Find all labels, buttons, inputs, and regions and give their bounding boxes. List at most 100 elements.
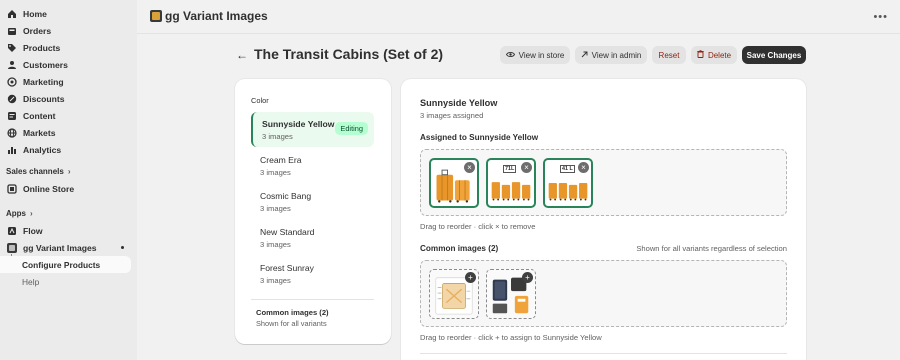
- sidebar-item-flow[interactable]: Flow: [0, 222, 131, 239]
- sidebar-item-markets[interactable]: Markets: [0, 124, 131, 141]
- capacity-tag: 41 L: [560, 165, 575, 173]
- add-image-button[interactable]: +: [522, 272, 533, 283]
- trash-icon: [697, 50, 704, 60]
- reset-button[interactable]: Reset: [652, 46, 686, 64]
- variant-item-forest-sunray[interactable]: Forest Sunray 3 images: [251, 256, 374, 291]
- sidebar-item-label: Flow: [23, 225, 43, 236]
- assigned-image-thumbnail[interactable]: 71L ×: [486, 158, 536, 208]
- editing-badge: Editing: [335, 122, 368, 135]
- sidebar-item-label: Help: [22, 276, 40, 287]
- orders-icon: [7, 26, 17, 36]
- target-icon: [7, 76, 17, 87]
- sidebar-item-label: Customers: [23, 59, 68, 70]
- sales-channels-label: Sales channels: [6, 167, 64, 176]
- selected-variant-subtitle: 3 images assigned: [420, 111, 484, 120]
- common-images-heading: Common images (2): [420, 244, 499, 253]
- variant-detail-card: Sunnyside Yellow 3 images assigned Assig…: [401, 79, 806, 360]
- store-icon: [7, 183, 17, 194]
- variant-name: Forest Sunray: [260, 263, 314, 273]
- page-title: The Transit Cabins (Set of 2): [254, 46, 444, 62]
- sidebar-item-analytics[interactable]: Analytics: [0, 141, 131, 158]
- sidebar-item-orders[interactable]: Orders: [0, 22, 131, 39]
- variant-name: Cosmic Bang: [260, 191, 312, 201]
- variant-item-sunnyside-yellow[interactable]: Sunnyside Yellow 3 images Editing: [251, 112, 374, 147]
- sidebar-item-customers[interactable]: Customers: [0, 56, 131, 73]
- sidebar-item-discounts[interactable]: Discounts: [0, 90, 131, 107]
- chart-icon: [7, 145, 17, 155]
- selected-variant-title: Sunnyside Yellow: [420, 98, 498, 108]
- button-label: Delete: [707, 50, 732, 60]
- more-actions-button[interactable]: •••: [873, 11, 888, 23]
- app-logo-icon: [150, 10, 162, 22]
- sidebar-item-label: Online Store: [23, 183, 75, 194]
- variant-item-new-standard[interactable]: New Standard 3 images: [251, 220, 374, 255]
- common-images-description: Shown for all variants: [256, 319, 327, 328]
- variant-item-cosmic-bang[interactable]: Cosmic Bang 3 images: [251, 184, 374, 219]
- divider: [420, 353, 787, 354]
- sidebar-item-label: Markets: [23, 127, 56, 138]
- external-link-icon: [581, 51, 588, 60]
- sidebar-item-home[interactable]: Home: [0, 5, 131, 22]
- view-in-store-button[interactable]: View in store: [500, 46, 570, 64]
- remove-image-button[interactable]: ×: [521, 162, 532, 173]
- variant-image-count: 3 images: [260, 168, 291, 177]
- sidebar-item-products[interactable]: Products: [0, 39, 131, 56]
- button-label: Save Changes: [746, 50, 802, 60]
- add-image-button[interactable]: +: [465, 272, 476, 283]
- app-title: gg Variant Images: [150, 9, 268, 23]
- app-icon: [7, 242, 17, 253]
- common-image-thumbnail[interactable]: +: [486, 269, 536, 319]
- sidebar-item-label: Configure Products: [22, 259, 101, 270]
- assigned-image-thumbnail[interactable]: ×: [429, 158, 479, 208]
- common-images-note: Shown for all variants regardless of sel…: [636, 244, 787, 253]
- sidebar-item-label: Orders: [23, 25, 52, 36]
- variant-image-count: 3 images: [260, 204, 291, 213]
- home-icon: [7, 9, 17, 19]
- capacity-tag: 71L: [503, 165, 517, 173]
- sales-channels-heading[interactable]: Sales channels ›: [6, 167, 70, 176]
- divider: [251, 299, 374, 300]
- top-bar: gg Variant Images •••: [137, 0, 900, 34]
- variant-name: Cream Era: [260, 155, 302, 165]
- common-images-hint: Drag to reorder · click + to assign to S…: [420, 333, 602, 342]
- variant-list-card: Color Sunnyside Yellow 3 images Editing …: [235, 79, 391, 344]
- sidebar-item-content[interactable]: Content: [0, 107, 131, 124]
- person-icon: [7, 60, 17, 70]
- sidebar-item-marketing[interactable]: Marketing: [0, 73, 131, 90]
- sidebar-item-help[interactable]: Help: [0, 273, 131, 290]
- content-icon: [7, 111, 17, 121]
- assigned-image-thumbnail[interactable]: 41 L ×: [543, 158, 593, 208]
- chevron-right-icon: ›: [67, 167, 71, 176]
- remove-image-button[interactable]: ×: [578, 162, 589, 173]
- sidebar-item-configure-products[interactable]: Configure Products: [0, 256, 131, 273]
- back-button[interactable]: ←: [236, 48, 248, 62]
- sidebar-item-label: Content: [23, 110, 56, 121]
- option-heading: Color: [251, 96, 269, 105]
- sidebar-item-gg-variant-images[interactable]: gg Variant Images: [0, 239, 131, 256]
- apps-heading[interactable]: Apps ›: [6, 209, 33, 218]
- sidebar-item-label: Marketing: [23, 76, 64, 87]
- remove-image-button[interactable]: ×: [464, 162, 475, 173]
- sidebar-item-label: Analytics: [23, 144, 62, 155]
- globe-icon: [7, 127, 17, 138]
- app-title-text: gg Variant Images: [165, 9, 268, 23]
- common-image-thumbnail[interactable]: +: [429, 269, 479, 319]
- variant-image-count: 3 images: [260, 240, 291, 249]
- tag-icon: [7, 43, 17, 53]
- sidebar-item-label: Products: [23, 42, 61, 53]
- chevron-right-icon: ›: [30, 209, 33, 218]
- button-label: View in admin: [591, 50, 642, 60]
- variant-image-count: 3 images: [260, 276, 291, 285]
- pin-dot-icon: [121, 246, 124, 249]
- common-images-link[interactable]: Common images (2): [256, 308, 329, 317]
- common-images-dropzone[interactable]: + +: [420, 260, 787, 327]
- button-label: View in store: [518, 50, 565, 60]
- delete-button[interactable]: Delete: [691, 46, 737, 64]
- assigned-images-dropzone[interactable]: × 71L × 41 L ×: [420, 149, 787, 216]
- sidebar-item-online-store[interactable]: Online Store: [0, 180, 131, 197]
- variant-item-cream-era[interactable]: Cream Era 3 images: [251, 148, 374, 183]
- save-changes-button[interactable]: Save Changes: [742, 46, 806, 64]
- sidebar: Home Orders Products Customers Marketing…: [0, 0, 137, 360]
- button-label: Reset: [658, 50, 680, 60]
- view-in-admin-button[interactable]: View in admin: [575, 46, 647, 64]
